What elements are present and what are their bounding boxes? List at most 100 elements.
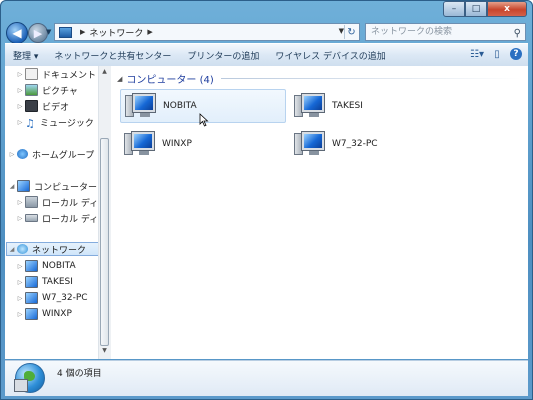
caption-buttons: – □ x xyxy=(443,1,527,17)
network-icon xyxy=(17,244,28,254)
computer-icon xyxy=(25,276,38,288)
network-folder-icon xyxy=(59,26,72,38)
navigation-pane: ▷ ドキュメント ▷ ピクチャ ▷ ビデオ ▷ ♫ ミュージック ▷ ホームグル… xyxy=(5,66,111,359)
group-collapse-icon[interactable]: ◢ xyxy=(117,75,122,83)
content-pane: ◢ コンピューター (4) NOBITA TAKESI WINXP W7_32-… xyxy=(111,66,528,359)
pictures-icon xyxy=(25,84,38,96)
nav-item-winxp[interactable]: ▷ WINXP xyxy=(15,307,72,321)
expand-arrow-icon[interactable]: ▷ xyxy=(15,215,25,222)
change-view-icon[interactable]: ☷▾ xyxy=(470,47,484,61)
nav-label: WINXP xyxy=(42,309,72,319)
nav-item-documents[interactable]: ▷ ドキュメント xyxy=(15,67,96,81)
local-disk-icon xyxy=(25,196,38,208)
nav-label: ピクチャ xyxy=(42,86,78,97)
address-bar[interactable]: ▶ ネットワーク ▶ ▼ ↻ xyxy=(54,23,360,41)
minimize-button[interactable]: – xyxy=(443,1,465,17)
search-placeholder: ネットワークの検索 xyxy=(371,27,453,37)
computer-icon xyxy=(25,292,38,304)
mouse-cursor-icon xyxy=(199,113,209,127)
explorer-window: – □ x ◀ ▶ ▼ ▶ ネットワーク ▶ ▼ ↻ ネットワークの検索 ⚲ 整… xyxy=(0,0,533,400)
computer-icon xyxy=(294,91,326,121)
computer-name: W7_32-PC xyxy=(332,139,378,149)
nav-item-local-disk-d[interactable]: ▷ ローカル ディス xyxy=(15,211,107,225)
network-sharing-center-button[interactable]: ネットワークと共有センター xyxy=(46,49,179,62)
scroll-down-arrow-icon[interactable]: ▼ xyxy=(99,347,110,357)
computer-icon xyxy=(25,260,38,272)
nav-item-homegroup[interactable]: ▷ ホームグループ xyxy=(7,147,94,161)
computer-item-winxp[interactable]: WINXP xyxy=(120,127,286,161)
computer-icon xyxy=(17,180,30,192)
collapse-arrow-icon[interactable]: ◢ xyxy=(7,183,17,190)
breadcrumb-separator-icon[interactable]: ▶ xyxy=(147,28,152,36)
preview-pane-icon[interactable]: ▯ xyxy=(490,47,504,61)
computer-name: WINXP xyxy=(162,139,192,149)
expand-arrow-icon[interactable]: ▷ xyxy=(15,87,25,94)
computer-icon xyxy=(25,308,38,320)
expand-arrow-icon[interactable]: ▷ xyxy=(15,103,25,110)
toolbar-right-icons: ☷▾ ▯ ? xyxy=(470,47,522,61)
search-icon[interactable]: ⚲ xyxy=(514,26,521,42)
network-globe-icon xyxy=(14,363,45,393)
expand-arrow-icon[interactable]: ▷ xyxy=(15,119,25,126)
nav-item-takesi[interactable]: ▷ TAKESI xyxy=(15,275,73,289)
nav-label: ミュージック xyxy=(40,118,94,129)
nav-label: ホームグループ xyxy=(32,150,95,161)
nav-label: NOBITA xyxy=(42,261,76,271)
computer-item-takesi[interactable]: TAKESI xyxy=(290,89,456,123)
details-pane: 4 個の項目 xyxy=(5,360,528,396)
expand-arrow-icon[interactable]: ▷ xyxy=(15,311,25,318)
organize-menu[interactable]: 整理 ▾ xyxy=(5,49,46,62)
nav-item-pictures[interactable]: ▷ ピクチャ xyxy=(15,83,78,97)
documents-icon xyxy=(25,68,38,80)
computer-name: NOBITA xyxy=(163,101,197,111)
nav-label: ドキュメント xyxy=(42,70,97,81)
nav-label: TAKESI xyxy=(42,277,73,287)
nav-item-music[interactable]: ▷ ♫ ミュージック xyxy=(15,115,94,130)
nav-label: ビデオ xyxy=(42,102,70,113)
refresh-icon[interactable]: ↻ xyxy=(344,25,358,39)
group-divider xyxy=(221,78,521,79)
homegroup-icon xyxy=(17,149,28,159)
command-bar: 整理 ▾ ネットワークと共有センター プリンターの追加 ワイヤレス デバイスの追… xyxy=(5,43,528,67)
nav-item-videos[interactable]: ▷ ビデオ xyxy=(15,99,69,113)
forward-button[interactable]: ▶ xyxy=(28,23,48,43)
computer-icon xyxy=(125,91,157,121)
computer-icon xyxy=(124,129,156,159)
nav-label: ネットワーク xyxy=(32,245,87,256)
search-input[interactable]: ネットワークの検索 ⚲ xyxy=(365,23,526,41)
expand-arrow-icon[interactable]: ▷ xyxy=(7,151,17,158)
add-wireless-device-button[interactable]: ワイヤレス デバイスの追加 xyxy=(267,49,393,62)
expand-arrow-icon[interactable]: ▷ xyxy=(15,279,25,286)
group-header-label: コンピューター (4) xyxy=(126,75,214,86)
computer-item-w7-32-pc[interactable]: W7_32-PC xyxy=(290,127,456,161)
forward-arrow-icon: ▶ xyxy=(33,26,43,40)
local-disk-icon xyxy=(25,214,38,222)
videos-icon xyxy=(25,100,38,112)
scroll-up-arrow-icon[interactable]: ▲ xyxy=(99,68,110,78)
computer-icon xyxy=(294,129,326,159)
nav-item-w7-32-pc[interactable]: ▷ W7_32-PC xyxy=(15,291,88,305)
recent-pages-dropdown[interactable]: ▼ xyxy=(46,28,51,36)
expand-arrow-icon[interactable]: ▷ xyxy=(15,199,25,206)
expand-arrow-icon[interactable]: ▷ xyxy=(15,295,25,302)
nav-scrollbar[interactable]: ▲ ▼ xyxy=(98,66,111,359)
close-button[interactable]: x xyxy=(487,1,527,17)
group-header-computers[interactable]: ◢ コンピューター (4) xyxy=(117,71,214,87)
maximize-button[interactable]: □ xyxy=(465,1,487,17)
nav-item-local-disk-c[interactable]: ▷ ローカル ディス xyxy=(15,195,107,209)
nav-label: コンピューター xyxy=(34,182,98,193)
computer-name: TAKESI xyxy=(332,101,363,111)
add-printer-button[interactable]: プリンターの追加 xyxy=(179,49,267,62)
breadcrumb-separator-icon[interactable]: ▶ xyxy=(80,28,85,36)
nav-item-network[interactable]: ◢ ネットワーク xyxy=(6,242,103,256)
breadcrumb-network[interactable]: ネットワーク xyxy=(89,26,143,39)
nav-item-computer[interactable]: ◢ コンピューター xyxy=(7,179,97,193)
back-button[interactable]: ◀ xyxy=(6,22,28,44)
scrollbar-thumb[interactable] xyxy=(100,138,109,346)
expand-arrow-icon[interactable]: ▷ xyxy=(15,263,25,270)
nav-item-nobita[interactable]: ▷ NOBITA xyxy=(15,259,76,273)
expand-arrow-icon[interactable]: ▷ xyxy=(15,71,25,78)
back-arrow-icon: ◀ xyxy=(12,26,22,40)
collapse-arrow-icon[interactable]: ◢ xyxy=(7,246,17,253)
help-icon[interactable]: ? xyxy=(510,48,522,60)
